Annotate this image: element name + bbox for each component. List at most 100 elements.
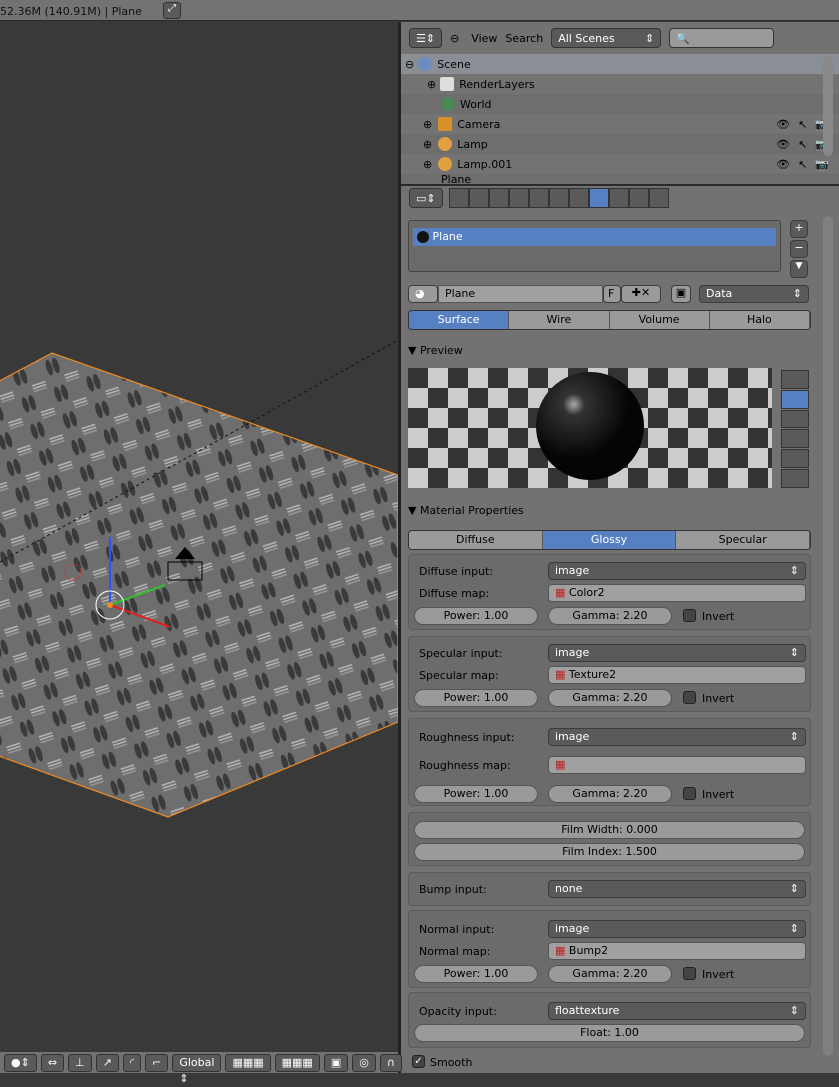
manipulator-icon[interactable]: ⊥ [68, 1053, 92, 1072]
scale-icon[interactable]: ⌐ [145, 1053, 169, 1072]
diffuse-invert-checkbox[interactable] [683, 609, 696, 622]
specular-gamma-slider[interactable]: Gamma: 2.20 [548, 689, 672, 707]
search-input[interactable]: 🔍 [669, 28, 775, 48]
preview-sky-icon[interactable] [781, 469, 809, 488]
visibility-icon[interactable]: 👁 [776, 118, 790, 131]
texture-tab-icon[interactable] [608, 188, 629, 208]
roughness-power-slider[interactable]: Power: 1.00 [414, 785, 538, 803]
constraints-tab-icon[interactable] [528, 188, 549, 208]
preview-panel-header[interactable]: ▼ Preview [408, 344, 463, 357]
tab-halo[interactable]: Halo [709, 311, 810, 329]
editor-type-button[interactable]: ▭⇕ [409, 188, 443, 208]
menu-view[interactable]: View [471, 32, 497, 45]
tree-item-lamp001[interactable]: ⊕ Lamp.001 👁 ↖ 📷 [401, 154, 839, 174]
opacity-float-slider[interactable]: Float: 1.00 [414, 1024, 805, 1042]
tab-glossy[interactable]: Glossy [542, 531, 677, 549]
tree-item-scene[interactable]: ⊖ Scene [401, 54, 839, 74]
tab-volume[interactable]: Volume [609, 311, 710, 329]
orientation-select[interactable]: Global ⇕ [172, 1053, 222, 1085]
node-icon[interactable]: ▣ [671, 285, 691, 303]
render-icon[interactable]: 📷 [815, 158, 829, 171]
visibility-icon[interactable]: 👁 [776, 158, 790, 171]
preview-sphere-icon[interactable] [781, 389, 809, 409]
tree-item-world[interactable]: World [401, 94, 839, 114]
snap-icon[interactable]: ∩ [379, 1053, 402, 1072]
specular-map-field[interactable]: ▦ Texture2 [548, 666, 806, 684]
select-icon[interactable]: ↖ [798, 118, 807, 131]
preview-flat-icon[interactable] [781, 370, 809, 389]
scene-tab-icon[interactable] [468, 188, 489, 208]
add-slot-button[interactable]: + [790, 220, 808, 238]
tab-wire[interactable]: Wire [509, 311, 610, 329]
normal-gamma-slider[interactable]: Gamma: 2.20 [548, 965, 672, 983]
select-icon[interactable]: ↖ [798, 138, 807, 151]
roughness-invert-checkbox[interactable] [683, 787, 696, 800]
object-tab-icon[interactable] [508, 188, 529, 208]
browse-material-button[interactable]: ◕ [408, 285, 438, 303]
roughness-input-select[interactable]: image ⇕ [548, 728, 806, 746]
tree-item-lamp[interactable]: ⊕Lamp👁↖📷 [401, 134, 839, 154]
material-slot-list[interactable]: Plane [408, 220, 781, 272]
normal-map-field[interactable]: ▦ Bump2 [548, 942, 806, 960]
material-properties-header[interactable]: ▼ Material Properties [408, 504, 524, 517]
fake-user-button[interactable]: F [603, 285, 621, 303]
material-tab-icon[interactable] [588, 188, 609, 208]
slot-item[interactable]: Plane [413, 228, 776, 246]
menu-search[interactable]: Search [505, 32, 543, 45]
link-select[interactable]: Data ⇕ [699, 285, 809, 303]
tab-surface[interactable]: Surface [409, 311, 510, 329]
fullscreen-icon[interactable]: ⤢ [163, 2, 181, 19]
preview-hair-icon[interactable] [781, 449, 809, 469]
material-name-field[interactable]: Plane [438, 285, 603, 303]
lock-camera-icon[interactable]: ▣ [323, 1053, 349, 1072]
render-tab-icon[interactable] [448, 188, 469, 208]
tab-diffuse[interactable]: Diffuse [409, 531, 543, 549]
select-icon[interactable]: ↖ [798, 158, 807, 171]
film-index-slider[interactable]: Film Index: 1.500 [414, 843, 805, 861]
preview-monkey-icon[interactable] [781, 429, 809, 449]
bump-input-select[interactable]: none ⇕ [548, 880, 806, 898]
tree-item-plane[interactable]: Plane [401, 174, 839, 184]
film-width-slider[interactable]: Film Width: 0.000 [414, 821, 805, 839]
specular-power-slider[interactable]: Power: 1.00 [414, 689, 538, 707]
tree-item-camera[interactable]: ⊕Camera👁↖📷 [401, 114, 839, 134]
diffuse-input-select[interactable]: image ⇕ [548, 562, 806, 580]
collapse-icon[interactable]: ⊖ [450, 32, 459, 45]
opacity-input-select[interactable]: floattexture ⇕ [548, 1002, 806, 1020]
rotate-icon[interactable]: ◜ [122, 1053, 142, 1072]
properties-scrollbar[interactable] [823, 216, 833, 1056]
tab-specular[interactable]: Specular [676, 531, 810, 549]
proportional-edit-icon[interactable]: ◎ [352, 1053, 376, 1072]
slot-specials-button[interactable]: ▼ [790, 260, 808, 278]
new-unlink-buttons[interactable]: ✚✕ [621, 285, 661, 303]
display-mode-select[interactable]: All Scenes ⇕ [551, 28, 662, 48]
normal-power-slider[interactable]: Power: 1.00 [414, 965, 538, 983]
shading-icon[interactable]: ●⇕ [4, 1053, 37, 1072]
remove-slot-button[interactable]: − [790, 240, 808, 258]
diffuse-map-field[interactable]: ▦ Color2 [548, 584, 806, 602]
visibility-icon[interactable]: 👁 [776, 138, 790, 151]
layers-grid-2[interactable]: ▦▦▦ [274, 1053, 320, 1072]
diffuse-gamma-slider[interactable]: Gamma: 2.20 [548, 607, 672, 625]
particles-tab-icon[interactable] [628, 188, 649, 208]
world-tab-icon[interactable] [488, 188, 509, 208]
translate-icon[interactable]: ↗ [95, 1053, 119, 1072]
normal-invert-checkbox[interactable] [683, 967, 696, 980]
specular-invert-checkbox[interactable] [683, 691, 696, 704]
roughness-gamma-slider[interactable]: Gamma: 2.20 [548, 785, 672, 803]
tree-item-renderlayers[interactable]: ⊕ RenderLayers [401, 74, 839, 94]
physics-tab-icon[interactable] [648, 188, 669, 208]
roughness-map-field[interactable]: ▦ [548, 756, 806, 774]
outliner-scrollbar[interactable] [823, 56, 833, 156]
normal-input-select[interactable]: image ⇕ [548, 920, 806, 938]
layers-grid-1[interactable]: ▦▦▦ [225, 1053, 271, 1072]
modifiers-tab-icon[interactable] [548, 188, 569, 208]
preview-cube-icon[interactable] [781, 409, 809, 429]
diffuse-power-slider[interactable]: Power: 1.00 [414, 607, 538, 625]
smooth-checkbox[interactable]: ✓ [412, 1055, 425, 1068]
3d-viewport[interactable] [0, 22, 398, 1073]
specular-input-select[interactable]: image ⇕ [548, 644, 806, 662]
pivot-icon[interactable]: ⇔ [40, 1053, 65, 1072]
editor-type-button[interactable]: ☰⇕ [409, 28, 443, 48]
data-tab-icon[interactable] [568, 188, 589, 208]
